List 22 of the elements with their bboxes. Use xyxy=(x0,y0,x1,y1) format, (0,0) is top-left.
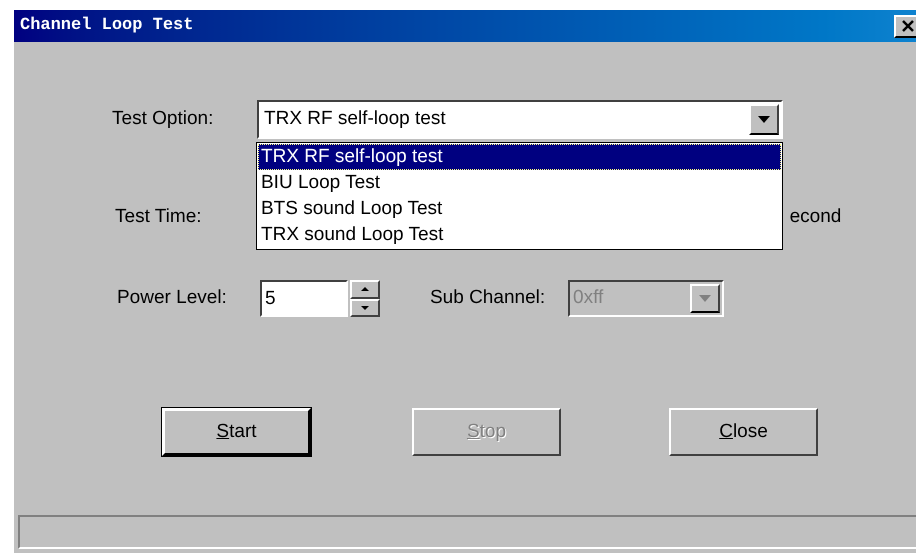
spin-buttons[interactable] xyxy=(350,280,380,317)
dropdown-button[interactable] xyxy=(749,104,779,135)
up-arrow-icon xyxy=(361,287,369,292)
close-icon xyxy=(901,20,915,32)
dropdown-option[interactable]: BTS sound Loop Test xyxy=(258,196,781,222)
caret-icon xyxy=(699,295,711,302)
dropdown-option[interactable]: TRX sound Loop Test xyxy=(258,222,781,248)
caret-icon xyxy=(758,116,770,123)
field-label: Test Time: xyxy=(115,204,202,229)
power-level-input[interactable]: 5 xyxy=(260,280,348,317)
dialog-button[interactable]: Start xyxy=(162,408,311,456)
close-button[interactable] xyxy=(894,14,916,38)
dialog-button[interactable]: Close xyxy=(669,408,818,456)
dropdown-option[interactable]: BIU Loop Test xyxy=(258,170,781,196)
unit-label: econd xyxy=(790,204,842,229)
window-title: Channel Loop Test xyxy=(20,15,194,38)
field-label: Test Option: xyxy=(112,107,214,132)
down-arrow-icon xyxy=(361,306,369,310)
dropdown-option[interactable]: TRX RF self-loop test xyxy=(258,144,781,170)
field-label: Sub Channel: xyxy=(430,286,546,310)
test-option-dropdown[interactable]: TRX RF self-loop test xyxy=(257,100,783,139)
field-label: Power Level: xyxy=(117,286,228,310)
